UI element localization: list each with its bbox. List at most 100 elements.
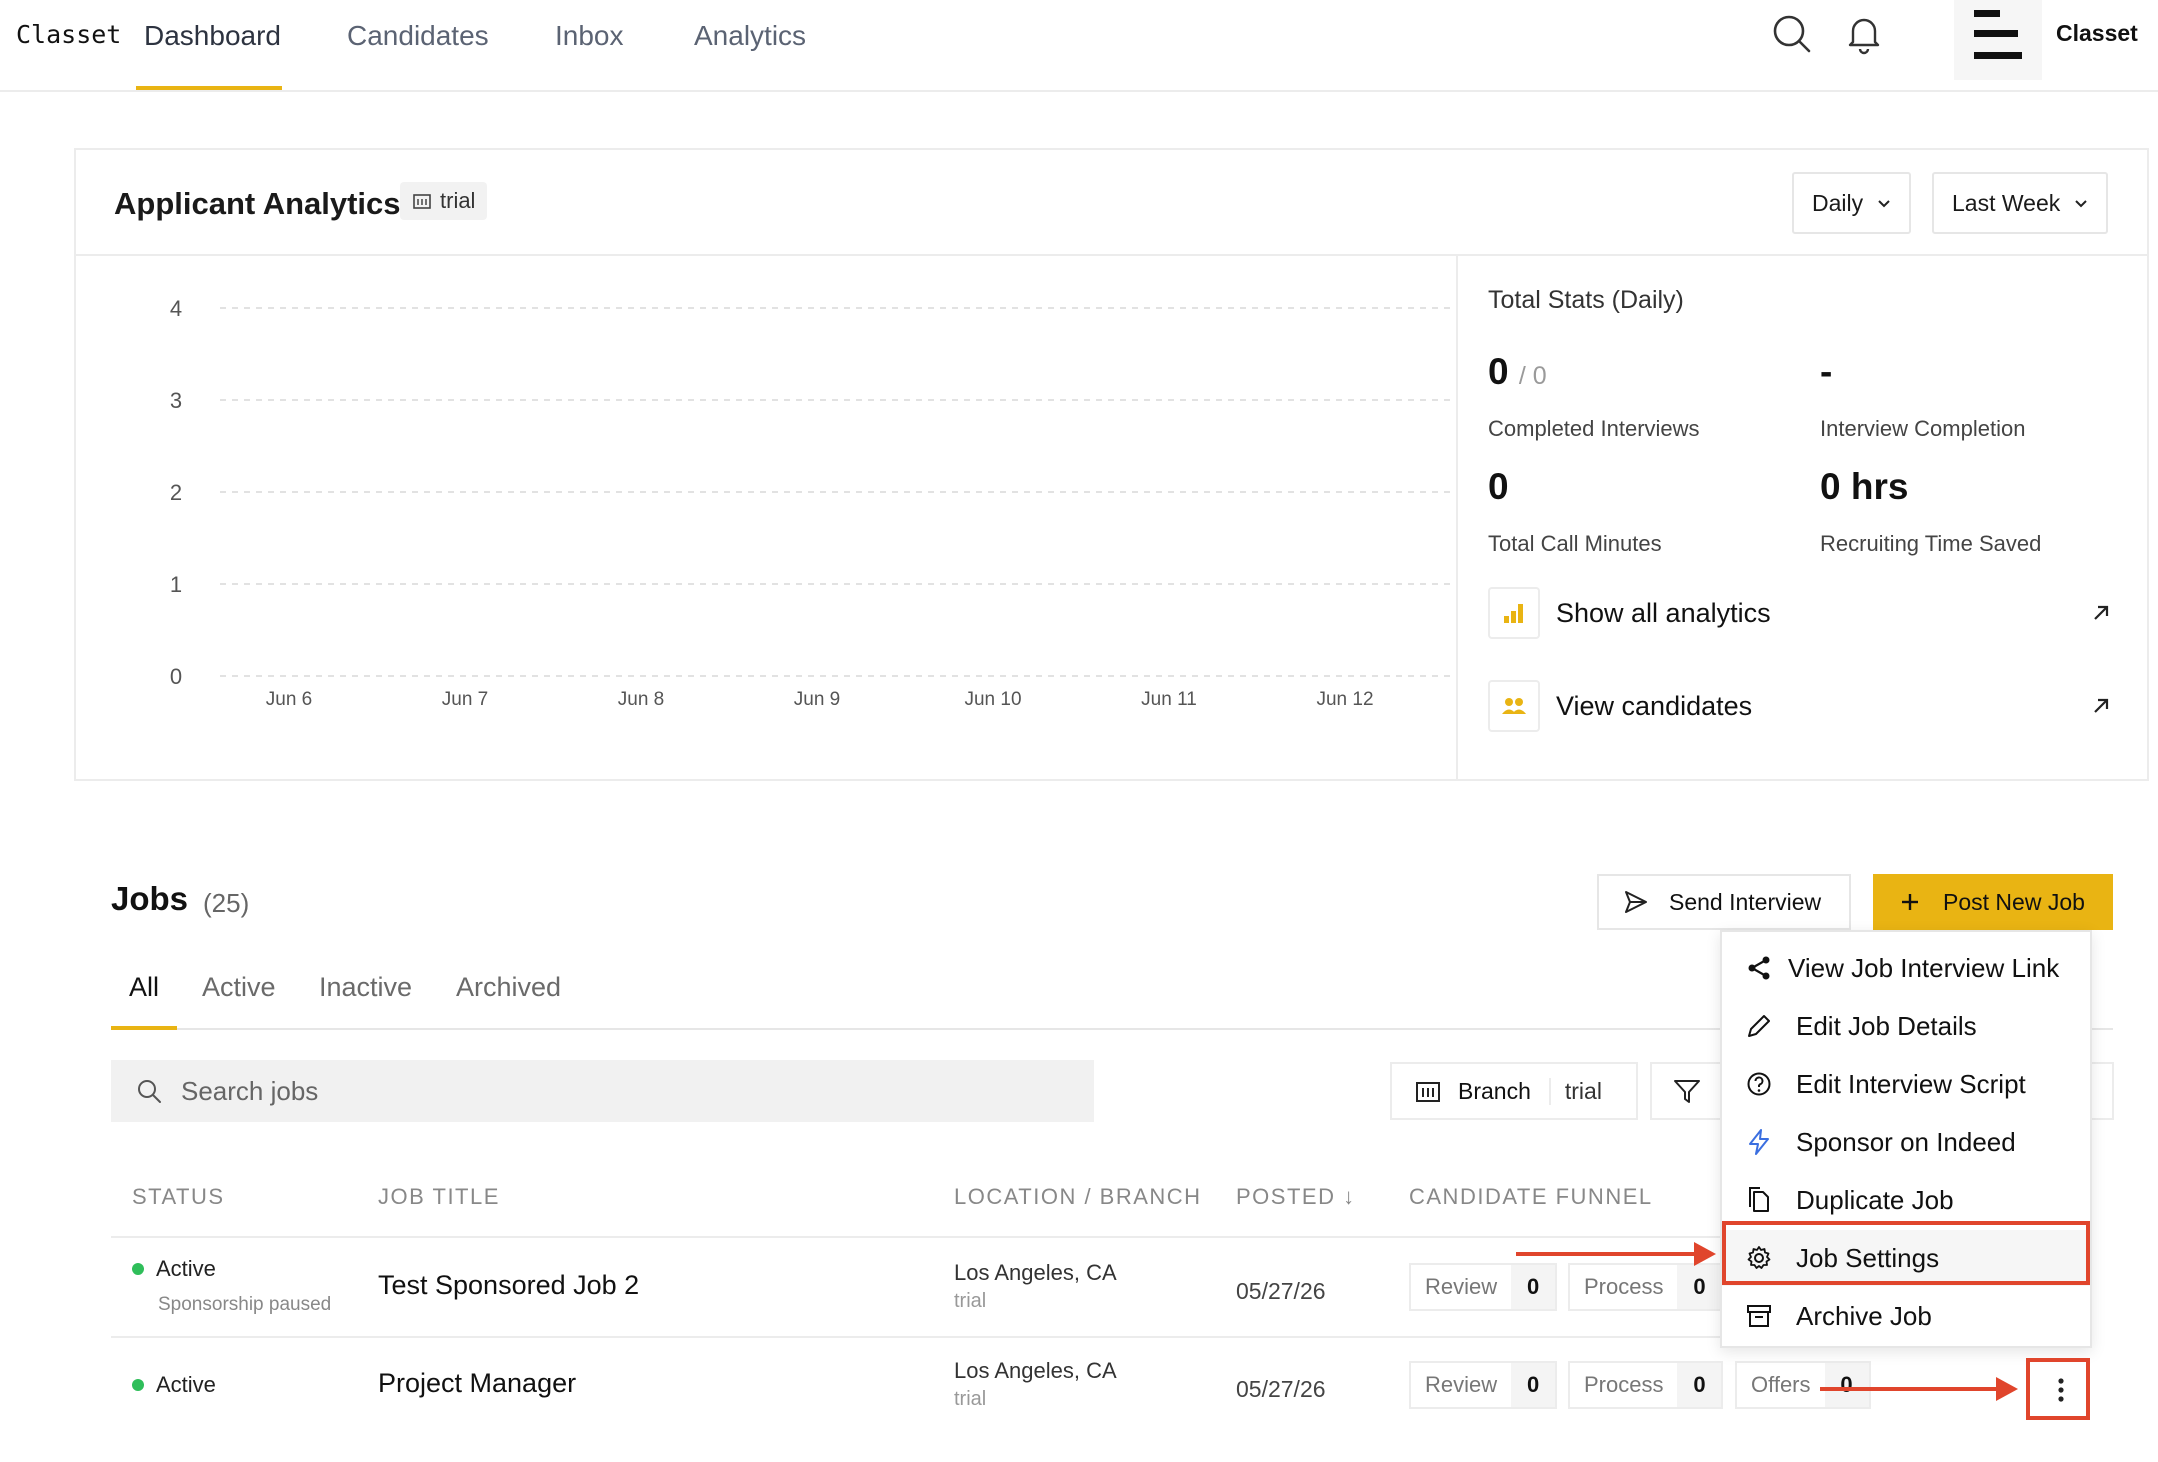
card-title: Applicant Analytics [114,186,401,221]
branch-filter-label: Branch [1458,1077,1531,1104]
y-tick-label: 4 [170,296,182,321]
stat-call-minutes-label: Total Call Minutes [1488,531,1662,556]
x-tick-label: Jun 10 [964,689,1021,710]
status-badge: Active [132,1372,216,1398]
chart-svg: 0 1 2 3 4 Jun 6 Jun 7 Jun 8 Jun 9 Jun 10 Jun 11 Jun… [170,296,1461,710]
stat-interview-completion-label: Interview Completion [1820,416,2026,441]
send-interview-button[interactable]: Send Interview [1597,874,1851,930]
jobs-active-tab-indicator [111,1026,177,1030]
x-tick-label: Jun 11 [1141,689,1197,710]
question-circle-icon [1747,1072,1771,1096]
view-candidates-link[interactable]: View candidates [1488,674,2112,738]
job-actions-menu: View Job Interview Link Edit Job Details… [1720,930,2092,1348]
applicant-analytics-card: Applicant Analytics trial Daily Last Wee… [74,148,2149,781]
nav-tab-candidates[interactable]: Candidates [347,20,489,52]
search-jobs-placeholder: Search jobs [181,1075,319,1106]
annotation-arrow-head [1996,1377,2018,1401]
stat-completed-interviews-label: Completed Interviews [1488,416,1700,441]
branch-filter-value: trial [1548,1077,1602,1105]
menu-item-view-job-interview-link[interactable]: View Job Interview Link [1722,940,2090,996]
funnel-process[interactable]: Process 0 [1568,1361,1724,1409]
funnel-offers[interactable]: Offers 0 [1735,1361,1871,1409]
search-icon [138,1080,161,1103]
applicant-chart: 0 1 2 3 4 Jun 6 Jun 7 Jun 8 Jun 9 Jun 10 Jun 11 Jun… [76,256,1461,781]
filter-icon [1674,1080,1700,1103]
building-icon [413,194,431,209]
bell-icon[interactable] [1842,12,1886,56]
branch-filter[interactable]: Branch trial [1390,1062,1638,1120]
nav-tab-dashboard[interactable]: Dashboard [144,20,281,52]
y-tick-label: 1 [170,572,182,597]
interval-select-value: Daily [1812,189,1864,216]
avatar[interactable] [1954,0,2042,80]
job-branch: trial [954,1388,987,1410]
active-tab-indicator [136,86,282,90]
job-posted-date: 05/27/26 [1236,1376,1326,1402]
status-badge: Active [132,1256,216,1282]
job-posted-date: 05/27/26 [1236,1278,1326,1304]
x-tick-label: Jun 9 [794,689,840,710]
menu-item-edit-interview-script[interactable]: Edit Interview Script [1722,1056,2090,1112]
show-all-analytics-label: Show all analytics [1556,597,1771,628]
menu-item-sponsor-on-indeed[interactable]: Sponsor on Indeed [1722,1114,2090,1170]
user-name[interactable]: Classet [2056,20,2138,47]
annotation-arrow-head [1694,1242,1716,1266]
x-tick-label: Jun 7 [442,689,488,710]
jobs-title: Jobs [111,880,189,917]
show-all-analytics-link[interactable]: Show all analytics [1488,581,2112,645]
search-icon[interactable] [1770,12,1814,56]
funnel-review[interactable]: Review 0 [1409,1361,1558,1409]
menu-item-edit-job-details[interactable]: Edit Job Details [1722,998,2090,1054]
menu-item-archive-job[interactable]: Archive Job [1722,1288,2090,1344]
jobs-tab-inactive[interactable]: Inactive [319,972,412,1003]
post-new-job-button[interactable]: Post New Job [1873,874,2113,930]
y-tick-label: 2 [170,480,182,505]
funnel-process[interactable]: Process 0 [1568,1263,1724,1311]
plus-icon [1902,894,1918,910]
search-jobs-input[interactable]: Search jobs [111,1060,1094,1122]
job-settings-highlight-box [1722,1221,2090,1285]
send-icon [1625,891,1647,913]
interval-select[interactable]: Daily [1792,172,1912,234]
stat-time-saved-value: 0 hrs [1820,466,1909,507]
users-icon [1502,698,1526,714]
menu-item-duplicate-job[interactable]: Duplicate Job [1722,1172,2090,1228]
chevron-down-icon [2075,200,2087,208]
job-branch: trial [954,1290,987,1312]
job-title[interactable]: Test Sponsored Job 2 [378,1270,639,1301]
funnel-review[interactable]: Review 0 [1409,1263,1558,1311]
archive-icon [1747,1305,1771,1327]
branch-badge: trial [400,182,488,220]
column-header-posted[interactable]: POSTED ↓ [1236,1184,1356,1210]
y-tick-label: 3 [170,388,182,413]
column-header-location: LOCATION / BRANCH [954,1184,1202,1209]
chevron-down-icon [1878,200,1890,208]
status-dot [132,1379,144,1391]
jobs-tab-all[interactable]: All [129,972,159,1003]
external-arrow-icon [2094,698,2109,713]
total-stats-panel: Total Stats (Daily) 0 / 0 Completed Inte… [1460,256,2149,781]
stat-completed-interviews-value: 0 / 0 [1488,351,1547,392]
bar-chart-icon [1504,604,1523,623]
column-header-job-title: JOB TITLE [378,1184,500,1209]
nav-tab-analytics[interactable]: Analytics [694,20,806,52]
annotation-arrow-line [1820,1387,1998,1391]
stat-call-minutes-value: 0 [1488,466,1509,507]
column-header-candidate-funnel: CANDIDATE FUNNEL [1409,1184,1653,1209]
send-interview-label: Send Interview [1669,888,1822,915]
jobs-count: (25) [203,888,250,918]
jobs-tab-archived[interactable]: Archived [456,972,561,1003]
job-title[interactable]: Project Manager [378,1368,576,1399]
stat-time-saved-label: Recruiting Time Saved [1820,531,2042,556]
nav-tab-inbox[interactable]: Inbox [555,20,624,52]
jobs-tab-active[interactable]: Active [202,972,276,1003]
external-arrow-icon [2094,605,2109,620]
copy-icon [1749,1187,1769,1212]
range-select[interactable]: Last Week [1932,172,2109,234]
status-subtext: Sponsorship paused [158,1294,332,1315]
job-location: Los Angeles, CA [954,1358,1117,1383]
app-logo[interactable]: Classet [16,20,121,49]
post-new-job-label: Post New Job [1943,888,2085,915]
pencil-icon [1748,1015,1770,1037]
card-header: Applicant Analytics trial Daily Last Wee… [76,150,2147,256]
